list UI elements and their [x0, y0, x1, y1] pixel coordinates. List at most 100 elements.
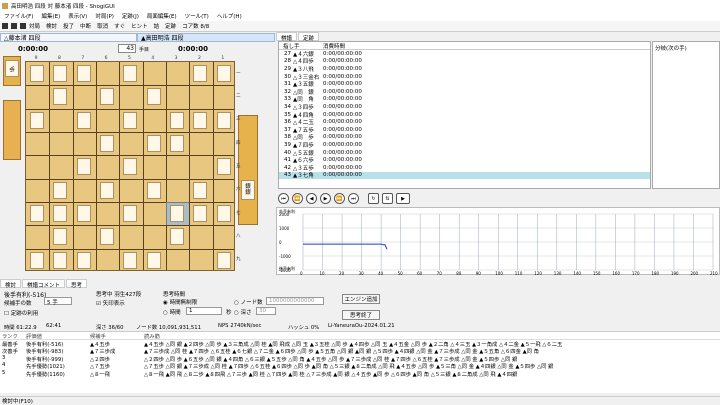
sente-hand-piece[interactable]: 銀銀 — [241, 180, 255, 200]
sente-piece[interactable] — [123, 251, 138, 269]
eval-graph[interactable]: 2000 1000 0 -1000 -2000 0 10 20 30 40 50 60 70 80 90 10… — [276, 207, 720, 276]
sente-piece[interactable] — [216, 251, 231, 269]
sente-piece[interactable] — [146, 251, 161, 269]
kifu-row[interactable]: 27 ▲４六銀 0:00/00:00:00 — [279, 50, 650, 58]
sente-piece[interactable] — [30, 205, 44, 222]
pv-row[interactable]: 4 先手優勢(1021) △７五歩 △７五歩 △同 銀 ▲７三歩成 △同 桂 ▲７四歩… — [0, 362, 720, 370]
kifu-row[interactable]: 38 △同 歩 0:00/00:00:00 — [279, 134, 650, 141]
toolbar-mate[interactable]: 詰 — [154, 22, 160, 30]
joseki-checkbox[interactable]: ☐ 定跡の利用 — [4, 309, 38, 317]
sente-piece[interactable] — [53, 228, 68, 246]
gote-piece[interactable] — [30, 65, 44, 82]
tab-analysis[interactable]: 検討 — [0, 279, 22, 289]
sente-piece[interactable] — [100, 228, 114, 246]
menu-help[interactable]: ヘルプ(H) — [217, 12, 242, 20]
gote-piece[interactable] — [123, 158, 138, 176]
depth-input[interactable]: 30 — [256, 307, 276, 315]
flip-board-icon[interactable]: ⇅ — [382, 193, 393, 204]
tab-comment[interactable]: 棋譜コメント — [22, 279, 66, 289]
kifu-row[interactable]: 29 ▲３八飛 0:00/00:00:00 — [279, 65, 650, 73]
gote-piece[interactable] — [170, 135, 184, 152]
gote-piece[interactable] — [76, 65, 91, 82]
menu-edit[interactable]: 編集(E) — [41, 12, 60, 20]
add-engine-button[interactable]: エンジン追加 — [342, 294, 380, 304]
first-move-button[interactable]: ⏮ — [278, 193, 289, 204]
gote-piece[interactable] — [146, 135, 161, 152]
kifu-list[interactable]: 指し手 消費時間 27 ▲４六銀 0:00/00:00:00 28 △４四歩 0:00/0… — [278, 41, 651, 189]
open-icon[interactable] — [2, 23, 8, 29]
depth-radio[interactable]: ○ 深さ — [234, 308, 252, 316]
toolbar-game[interactable]: 対局 — [29, 22, 40, 30]
forward-ten-button[interactable]: ⏩ — [334, 193, 345, 204]
sente-piece[interactable] — [53, 205, 68, 222]
pv-table[interactable]: ランク 評価値 候補手 読み筋 最善手 後手有利(-516) ▲４五歩 ▲４五歩 △同… — [0, 331, 720, 393]
menu-joseki[interactable]: 定跡(J) — [122, 12, 139, 20]
gote-piece[interactable] — [146, 88, 161, 106]
kifu-row[interactable]: 34 △３四歩 0:00/00:00:00 — [279, 103, 650, 111]
sente-piece[interactable] — [53, 181, 68, 199]
candidates-select[interactable]: 5 手 — [44, 297, 72, 306]
last-move-button[interactable]: ⏭ — [348, 193, 359, 204]
gote-hand-piece[interactable]: 歩 — [5, 60, 19, 77]
stop-thinking-button[interactable]: 思考終了 — [342, 310, 380, 320]
kifu-row[interactable]: 28 △４四歩 0:00/00:00:00 — [279, 58, 650, 65]
play-icon[interactable]: ▶ — [396, 193, 410, 204]
pv-row[interactable]: 最善手 後手有利(-516) ▲４五歩 ▲４五歩 △同 銀 ▲２四歩 △同 歩 ▲３三… — [0, 340, 720, 348]
gote-piece[interactable] — [100, 135, 114, 152]
nodes-radio[interactable]: ○ ノード数 — [234, 298, 263, 306]
menu-game[interactable]: 対局(P) — [95, 12, 114, 20]
gote-piece[interactable] — [193, 111, 208, 129]
gote-piece[interactable] — [30, 111, 44, 129]
seconds-radio[interactable]: ○ 時間 — [163, 308, 181, 316]
gote-piece[interactable] — [216, 158, 231, 176]
sente-piece[interactable] — [100, 181, 114, 199]
gote-piece[interactable] — [216, 111, 231, 129]
sente-piece[interactable] — [30, 251, 44, 269]
kifu-row[interactable]: 39 ▲７四歩 0:00/00:00:00 — [279, 141, 650, 149]
pv-row[interactable]: 3 後手有利(-999) △２四歩 △２四歩 △同 歩 ▲６五歩 △同 銀 ▲４四角 … — [0, 355, 720, 363]
shogi-board[interactable] — [25, 61, 235, 271]
tab-thinking[interactable]: 思考 — [66, 279, 88, 289]
arrows-checkbox[interactable]: ☑ 矢印表示 — [96, 299, 125, 307]
menu-position[interactable]: 局面編集(E) — [147, 12, 177, 20]
gote-piece[interactable] — [53, 65, 68, 82]
gote-piece[interactable] — [123, 111, 138, 129]
refresh-icon[interactable]: ↻ — [368, 193, 379, 204]
kifu-row[interactable]: 42 △３五歩 0:00/00:00:00 — [279, 164, 650, 172]
menu-view[interactable]: 表示(V) — [68, 12, 87, 20]
kifu-row[interactable]: 32 △同 銀 0:00/00:00:00 — [279, 88, 650, 96]
tab-kifu[interactable]: 棋譜 — [276, 32, 298, 42]
toolbar-analyze[interactable]: 検討 — [46, 22, 57, 30]
gote-piece[interactable] — [123, 65, 138, 82]
sente-piece[interactable] — [146, 181, 161, 199]
seconds-input[interactable]: 1 — [186, 307, 222, 315]
gote-piece[interactable] — [76, 158, 91, 176]
pv-row[interactable]: 5 先手優勢(1160) △８一飛 △８一飛 ▲同 飛 △８二歩 ▲８四飛 △７三歩 … — [0, 370, 720, 378]
toolbar-pause[interactable]: 中断 — [80, 22, 91, 30]
kifu-row[interactable]: 30 △３三金右 0:00/00:00:00 — [279, 73, 650, 81]
sente-piece[interactable] — [170, 228, 184, 246]
kifu-row[interactable]: 35 ▲４四角 0:00/00:00:00 — [279, 111, 650, 119]
menu-file[interactable]: ファイル(F) — [4, 12, 33, 20]
toolbar-hint[interactable]: ヒント — [131, 22, 148, 30]
toolbar-joseki[interactable]: 定跡 — [165, 22, 176, 30]
sente-piece[interactable] — [76, 205, 91, 222]
save-icon[interactable] — [11, 23, 17, 29]
kifu-row[interactable]: 31 ▲３五銀 0:00/00:00:00 — [279, 80, 650, 88]
sente-piece[interactable] — [170, 205, 184, 222]
gote-piece[interactable] — [216, 65, 231, 82]
back-button[interactable]: ◀ — [306, 193, 317, 204]
sente-piece[interactable] — [193, 205, 208, 222]
branch-panel[interactable]: 分岐(次の手) — [652, 41, 720, 189]
menu-tools[interactable]: ツール(T) — [185, 12, 209, 20]
nodes-input[interactable]: 1000000000000 — [266, 297, 324, 305]
toolbar-undo[interactable]: 取消 — [97, 22, 108, 30]
kifu-row[interactable]: 43 ▲３七角 0:00/00:00:00 — [279, 171, 650, 179]
toolbar-move-now[interactable]: すぐ — [114, 22, 125, 30]
kifu-row[interactable]: 37 ▲７五歩 0:00/00:00:00 — [279, 126, 650, 134]
kifu-row[interactable]: 36 △４二玉 0:00/00:00:00 — [279, 118, 650, 126]
unlimited-radio[interactable]: ◉ 時間無制限 — [163, 298, 197, 306]
gote-piece[interactable] — [170, 111, 184, 129]
gote-piece[interactable] — [76, 111, 91, 129]
tab-joseki[interactable]: 定跡 — [298, 32, 320, 42]
